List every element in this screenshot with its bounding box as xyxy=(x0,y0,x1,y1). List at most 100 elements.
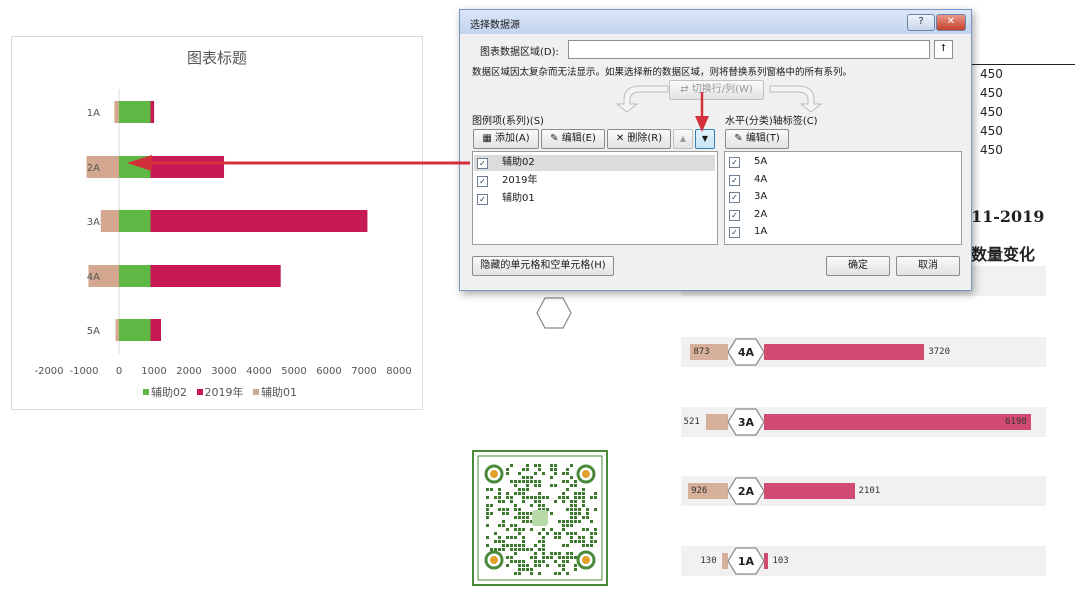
infographic-hexagon-label: 4A xyxy=(727,338,765,366)
hexagon-label-text: 1A xyxy=(738,555,755,568)
axis-item[interactable]: ✓ 4A xyxy=(729,172,969,188)
bar-helper02-4A xyxy=(119,265,151,287)
switch-icon: ⇄ xyxy=(680,84,692,95)
axis-labels-label: 水平(分类)轴标签(C) xyxy=(725,116,818,127)
delete-series-button[interactable]: ✕ 删除(R) xyxy=(607,129,671,149)
switch-row-column-label: 切换行/列(W) xyxy=(691,84,753,95)
infographic-hexagon-label: 2A xyxy=(727,477,765,505)
series-item-label: 辅助02 xyxy=(502,157,535,168)
close-button[interactable]: ✕ xyxy=(936,14,966,31)
checkbox-icon[interactable]: ✓ xyxy=(729,157,740,168)
chart-legend[interactable]: 辅助02 2019年 辅助01 xyxy=(12,384,422,400)
checkbox-icon[interactable]: ✓ xyxy=(477,176,488,187)
edit-series-button[interactable]: ✎ 编辑(E) xyxy=(541,129,605,149)
x-tick-label: 4000 xyxy=(246,366,271,377)
edit-icon: ✎ xyxy=(550,133,562,144)
axis-item[interactable]: ✓ 5A xyxy=(729,154,969,170)
x-tick-label: 8000 xyxy=(386,366,411,377)
axis-item[interactable]: ✓ 3A xyxy=(729,189,969,205)
x-tick-label: -2000 xyxy=(34,366,63,377)
infographic-left-value: 521 xyxy=(683,417,700,427)
hexagon-shape[interactable] xyxy=(536,297,572,329)
bar-helper01-3A xyxy=(100,210,119,232)
sheet-cell-value: 450 xyxy=(980,143,1003,157)
infographic-left-bar xyxy=(705,414,728,430)
checkbox-icon[interactable]: ✓ xyxy=(729,174,740,186)
info-text: 数据区域因太复杂而无法显示。如果选择新的数据区域，则将替换系列窗格中的所有系列。 xyxy=(472,67,853,78)
bar-helper02-1A xyxy=(119,101,151,123)
legend-label-helper01: 辅助01 xyxy=(261,386,297,399)
bar-helper02-2A xyxy=(119,156,151,178)
collapse-dialog-icon[interactable]: ⭡ xyxy=(934,40,953,59)
x-tick-label: 3000 xyxy=(211,366,236,377)
edit-axis-labels-button[interactable]: ✎ 编辑(T) xyxy=(725,129,789,149)
sheet-cell-value: 450 xyxy=(980,67,1003,81)
legend-label-2019: 2019年 xyxy=(204,386,244,399)
infographic-right-bar xyxy=(764,414,1032,430)
bar-helper01-1A xyxy=(114,101,119,123)
edit-icon: ✎ xyxy=(734,133,746,144)
x-tick-label: 1000 xyxy=(141,366,166,377)
legend-swatch-helper01 xyxy=(253,389,259,395)
cancel-button[interactable]: 取消 xyxy=(896,256,960,276)
checkbox-icon[interactable]: ✓ xyxy=(729,209,740,221)
x-tick-label: 5000 xyxy=(281,366,306,377)
legend-series-label: 图例项(系列)(S) xyxy=(472,116,544,127)
move-down-button[interactable]: ▼ xyxy=(695,129,715,149)
infographic-right-value: 103 xyxy=(772,556,789,566)
series-item-label: 2019年 xyxy=(502,175,538,186)
infographic-hexagon-label: 1A xyxy=(727,547,765,575)
infographic-left-value: 873 xyxy=(693,347,710,357)
add-series-button[interactable]: ▦ 添加(A) xyxy=(473,129,539,149)
chart-plot[interactable]: 1A 2A 3A 4A 5A -2000 -1000 0 1000 2000 3000 4000 500… xyxy=(12,37,422,409)
bar-2019-1A xyxy=(150,101,155,123)
infographic-heading-subtitle: 数量变化 xyxy=(971,245,1036,264)
bar-helper02-5A xyxy=(119,319,151,341)
move-up-button[interactable]: ▲ xyxy=(673,129,693,149)
checkbox-icon[interactable]: ✓ xyxy=(729,227,740,238)
edit-axis-label: 编辑(T) xyxy=(745,133,780,144)
series-list: ✓ 辅助02 ✓ 2019年 ✓ 辅助01 xyxy=(472,151,718,245)
checkbox-icon[interactable]: ✓ xyxy=(729,192,740,203)
series-item-helper01[interactable]: ✓ 辅助01 xyxy=(477,191,717,207)
series-item-2019[interactable]: ✓ 2019年 xyxy=(477,173,717,189)
x-tick-label: 6000 xyxy=(316,366,341,377)
arrow-down-icon: ▼ xyxy=(701,134,709,143)
excel-chart[interactable]: 图表标题 1A 2A 3A 4A 5A -2000 -1000 0 1000 2000 3000 40… xyxy=(11,36,423,410)
bar-helper02-3A xyxy=(119,210,151,232)
range-label: 图表数据区域(D): xyxy=(480,47,559,58)
delete-label: 删除(R) xyxy=(627,133,663,144)
series-item-helper02[interactable]: ✓ 辅助02 xyxy=(477,155,717,171)
dialog-titlebar[interactable]: 选择数据源 ? ✕ xyxy=(460,10,971,34)
hexagon-label-text: 4A xyxy=(738,346,755,359)
series-item-label: 辅助01 xyxy=(502,193,535,204)
checkbox-icon[interactable]: ✓ xyxy=(477,158,488,169)
axis-item-label: 4A xyxy=(754,173,768,185)
sheet-cell-value: 450 xyxy=(980,105,1003,119)
x-tick-label: 7000 xyxy=(351,366,376,377)
qr-code-image xyxy=(472,450,608,586)
legend-swatch-helper02 xyxy=(143,389,149,395)
hexagon-label-text: 2A xyxy=(738,485,755,498)
infographic-left-value: 926 xyxy=(691,486,708,496)
range-input[interactable] xyxy=(568,40,930,59)
help-button[interactable]: ? xyxy=(907,14,935,31)
category-label-2A: 2A xyxy=(87,163,100,174)
select-data-source-dialog: 选择数据源 ? ✕ 图表数据区域(D): ⭡ 数据区域因太复杂而无法显示。如果选… xyxy=(459,9,972,291)
bar-2019-3A xyxy=(150,210,368,232)
axis-item[interactable]: ✓ 2A xyxy=(729,207,969,223)
bar-helper01-5A xyxy=(115,319,119,341)
delete-icon: ✕ xyxy=(615,133,628,144)
ok-button[interactable]: 确定 xyxy=(826,256,890,276)
switch-row-column-button[interactable]: ⇄ 切换行/列(W) xyxy=(669,80,764,100)
checkbox-icon[interactable]: ✓ xyxy=(477,194,488,205)
hidden-empty-cells-button[interactable]: 隐藏的单元格和空单元格(H) xyxy=(472,256,614,276)
axis-labels-list: ✓ 5A ✓ 4A ✓ 3A ✓ 2A ✓ 1A xyxy=(724,151,962,245)
edit-label: 编辑(E) xyxy=(561,133,596,144)
infographic-right-bar xyxy=(764,483,855,499)
sheet-cell-value: 450 xyxy=(980,86,1003,100)
category-label-1A: 1A xyxy=(87,108,100,119)
category-label-3A: 3A xyxy=(87,217,100,228)
axis-item[interactable]: ✓ 1A xyxy=(729,224,969,240)
bar-2019-2A xyxy=(150,156,225,178)
